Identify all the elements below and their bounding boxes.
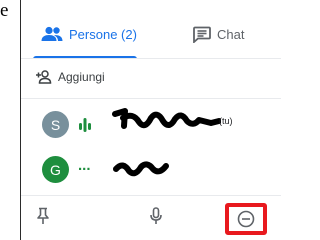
microphone-icon — [150, 207, 162, 224]
tab-chat[interactable]: Chat — [193, 22, 244, 46]
remove-participant-button[interactable] — [225, 203, 267, 235]
people-icon — [41, 26, 63, 41]
mute-button[interactable] — [142, 202, 170, 230]
panel-tabs: Persone (2) Chat — [21, 0, 281, 59]
avatar: G — [42, 156, 69, 183]
redacted-name — [112, 108, 221, 129]
participant-row[interactable]: S (tu) — [21, 106, 281, 146]
redacted-name — [113, 161, 169, 177]
tab-people[interactable]: Persone (2) — [41, 22, 137, 46]
pin-icon — [37, 207, 49, 224]
avatar: S — [42, 111, 69, 138]
chat-icon — [193, 26, 211, 43]
add-person-icon — [36, 70, 52, 84]
self-label: (tu) — [219, 116, 233, 126]
tab-people-label: Persone (2) — [69, 26, 137, 42]
tab-chat-label: Chat — [217, 26, 245, 42]
tabs-divider — [21, 58, 281, 59]
participant-row[interactable]: G ... — [21, 151, 281, 191]
add-people-button[interactable]: Aggiungi — [35, 66, 105, 88]
speaking-indicator-icon — [79, 118, 91, 132]
more-dots: ... — [78, 157, 91, 174]
add-people-label: Aggiungi — [58, 70, 105, 84]
participants-panel: Persone (2) Chat Aggiungi S (tu) G ... — [20, 0, 281, 240]
pin-button[interactable] — [29, 202, 57, 230]
bottom-action-bar — [21, 195, 281, 240]
section-divider — [21, 98, 281, 99]
remove-circle-icon — [237, 210, 255, 228]
cropped-edge-letter: e — [0, 2, 9, 20]
